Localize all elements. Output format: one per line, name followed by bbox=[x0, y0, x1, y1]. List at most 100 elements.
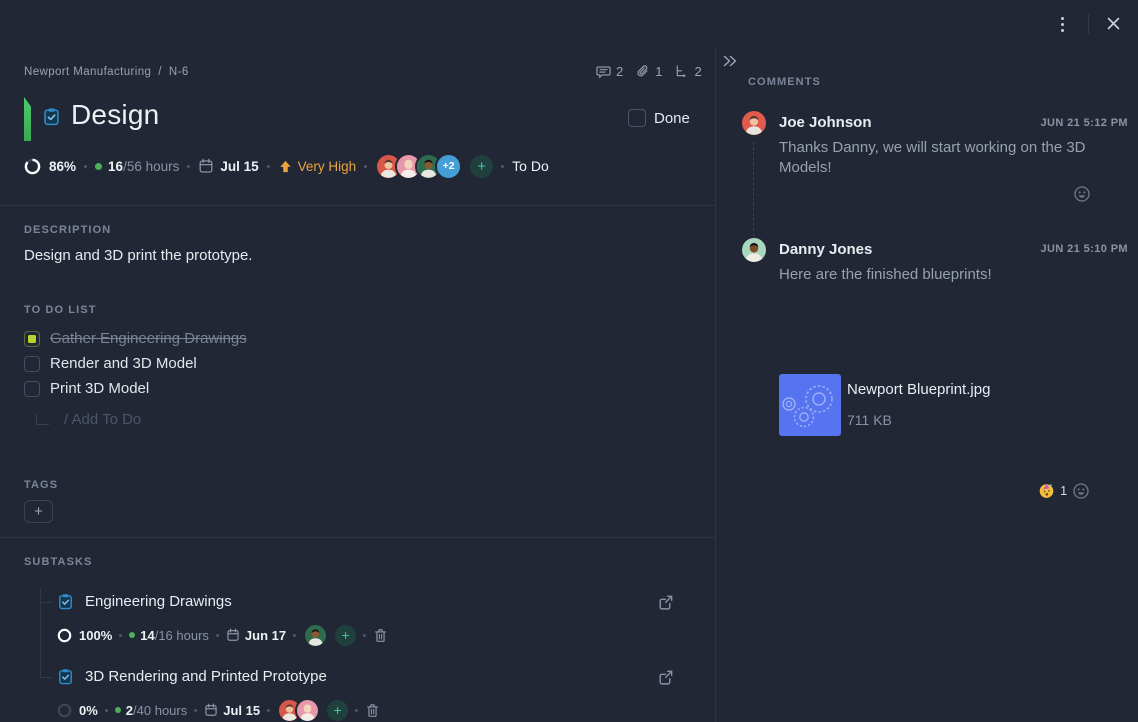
dot-separator bbox=[267, 709, 270, 712]
section-divider bbox=[0, 537, 715, 538]
kebab-menu-icon[interactable] bbox=[1058, 14, 1067, 35]
todo-item[interactable]: Render and 3D Model bbox=[24, 355, 197, 372]
dot-separator bbox=[363, 634, 366, 637]
collapse-panel-icon[interactable] bbox=[722, 53, 738, 69]
subtask-due-date-field[interactable]: Jul 15 bbox=[204, 703, 260, 718]
task-clipboard-icon bbox=[57, 668, 74, 685]
todo-item-label[interactable]: Gather Engineering Drawings bbox=[50, 330, 247, 347]
assignee-overflow-badge[interactable]: +2 bbox=[435, 153, 462, 180]
progress-ring bbox=[57, 628, 72, 643]
dot-separator bbox=[293, 634, 296, 637]
todo-item[interactable]: Print 3D Model bbox=[24, 380, 149, 397]
subtask-title[interactable]: Engineering Drawings bbox=[85, 593, 232, 610]
hours-green-dot bbox=[95, 163, 102, 170]
assignee-avatars[interactable]: +2 bbox=[375, 153, 462, 180]
calendar-icon bbox=[198, 158, 214, 174]
comment-thread-line bbox=[753, 142, 754, 236]
progress-ring[interactable] bbox=[24, 158, 41, 175]
todo-checkbox[interactable] bbox=[24, 381, 40, 397]
dot-separator bbox=[105, 709, 108, 712]
subtask-title[interactable]: 3D Rendering and Printed Prototype bbox=[85, 668, 327, 685]
attachments-count[interactable]: 1 bbox=[635, 64, 662, 79]
add-reaction-icon[interactable] bbox=[1072, 482, 1090, 500]
trash-icon[interactable] bbox=[365, 703, 380, 718]
avatar[interactable] bbox=[742, 238, 766, 262]
subtask-tree-stub bbox=[40, 677, 52, 678]
subtask-tree-stub bbox=[40, 602, 52, 603]
external-link-icon[interactable] bbox=[657, 669, 674, 686]
comments-heading: COMMENTS bbox=[748, 76, 821, 88]
subtask-progress-percent[interactable]: 100% bbox=[79, 628, 112, 643]
comment-text: Thanks Danny, we will start working on t… bbox=[779, 138, 1115, 177]
subtask-progress-percent[interactable]: 0% bbox=[79, 703, 98, 718]
comment-timestamp: JUN 21 5:10 PM bbox=[1040, 243, 1128, 255]
todo-item[interactable]: Gather Engineering Drawings bbox=[24, 330, 247, 347]
todo-heading: TO DO LIST bbox=[24, 304, 97, 316]
avatar[interactable] bbox=[295, 698, 320, 722]
add-assignee-icon[interactable]: + bbox=[327, 700, 348, 721]
subtask-due-date-field[interactable]: Jun 17 bbox=[226, 628, 286, 643]
attachment-filename[interactable]: Newport Blueprint.jpg bbox=[847, 381, 990, 398]
dot-separator bbox=[194, 709, 197, 712]
task-clipboard-icon bbox=[57, 593, 74, 610]
subtask-row[interactable]: 3D Rendering and Printed Prototype bbox=[57, 668, 327, 685]
dot-separator bbox=[501, 165, 504, 168]
status-field[interactable]: To Do bbox=[512, 158, 549, 174]
subtask-row[interactable]: Engineering Drawings bbox=[57, 593, 232, 610]
attachment-gears-thumbnail[interactable] bbox=[779, 374, 841, 436]
progress-ring bbox=[57, 703, 72, 718]
breadcrumb-task-id[interactable]: N-6 bbox=[169, 66, 189, 78]
task-clipboard-icon bbox=[42, 107, 61, 126]
assignee-avatars[interactable] bbox=[277, 698, 320, 722]
add-assignee-icon[interactable]: + bbox=[470, 155, 493, 178]
dot-separator bbox=[267, 165, 270, 168]
indent-corner-icon bbox=[36, 414, 49, 425]
add-todo-placeholder: / Add To Do bbox=[64, 411, 141, 428]
progress-percent[interactable]: 86% bbox=[49, 159, 76, 174]
priority-field[interactable]: Very High bbox=[278, 159, 357, 174]
trash-icon[interactable] bbox=[373, 628, 388, 643]
description-text[interactable]: Design and 3D print the prototype. bbox=[24, 247, 252, 264]
hours-total: /56 hours bbox=[123, 159, 179, 174]
subtask-hours-field[interactable]: 2/40 hours bbox=[115, 703, 187, 718]
hours-field[interactable]: 16/56 hours bbox=[95, 159, 179, 174]
close-icon[interactable] bbox=[1105, 15, 1122, 32]
todo-item-label[interactable]: Print 3D Model bbox=[50, 380, 149, 397]
todo-checkbox[interactable] bbox=[24, 356, 40, 372]
hours-green-dot bbox=[129, 632, 135, 638]
hours-green-dot bbox=[115, 707, 121, 713]
subtasks-count[interactable]: 2 bbox=[674, 64, 701, 79]
reaction-count: 1 bbox=[1060, 483, 1067, 498]
avatar[interactable] bbox=[303, 623, 328, 648]
add-assignee-icon[interactable]: + bbox=[335, 625, 356, 646]
progress-color-bar bbox=[24, 97, 31, 141]
add-todo-input[interactable]: / Add To Do bbox=[36, 411, 141, 428]
panel-divider bbox=[715, 47, 716, 722]
done-toggle[interactable]: Done bbox=[628, 109, 690, 127]
task-title[interactable]: Design bbox=[71, 99, 159, 131]
dot-separator bbox=[364, 165, 367, 168]
breadcrumb-project[interactable]: Newport Manufacturing bbox=[24, 66, 151, 78]
reaction-chip[interactable]: 1 bbox=[1038, 482, 1067, 499]
comment-author[interactable]: Danny Jones bbox=[779, 241, 872, 258]
external-link-icon[interactable] bbox=[657, 594, 674, 611]
party-face-emoji bbox=[1038, 482, 1055, 499]
comment-bubble-icon bbox=[596, 64, 611, 79]
comment-author[interactable]: Joe Johnson bbox=[779, 114, 872, 131]
section-divider bbox=[0, 205, 715, 206]
subtask-hours-field[interactable]: 14/16 hours bbox=[129, 628, 209, 643]
calendar-icon bbox=[226, 628, 240, 642]
add-reaction-icon[interactable] bbox=[1073, 185, 1091, 203]
subtask-due-date: Jun 17 bbox=[245, 628, 286, 643]
due-date-field[interactable]: Jul 15 bbox=[198, 158, 258, 174]
todo-checkbox-checked[interactable] bbox=[24, 331, 40, 347]
add-tag-button[interactable]: + bbox=[24, 500, 53, 523]
done-checkbox[interactable] bbox=[628, 109, 646, 127]
comments-count[interactable]: 2 bbox=[596, 64, 623, 79]
avatar[interactable] bbox=[742, 111, 766, 135]
comment-timestamp: JUN 21 5:12 PM bbox=[1040, 117, 1128, 129]
todo-item-label[interactable]: Render and 3D Model bbox=[50, 355, 197, 372]
subtask-tree-icon bbox=[674, 64, 689, 79]
attachment-filesize: 711 KB bbox=[847, 412, 892, 428]
breadcrumb-separator: / bbox=[158, 66, 162, 78]
